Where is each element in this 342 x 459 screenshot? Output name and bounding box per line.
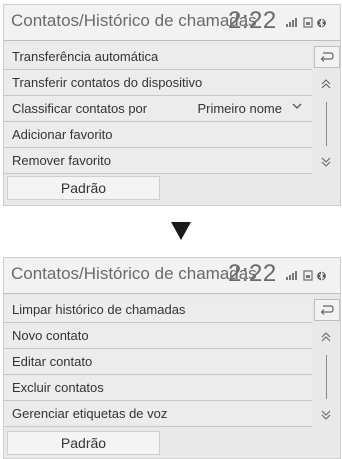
side-controls — [314, 44, 340, 174]
battery-icon — [303, 270, 313, 281]
bluetooth-icon — [317, 18, 326, 28]
list-item-new-contact[interactable]: Novo contato — [4, 323, 312, 349]
list-item-delete-contacts[interactable]: Excluir contatos — [4, 375, 312, 401]
scroll-down-icon[interactable] — [320, 409, 332, 421]
settings-screen-2: Contatos/Histórico de chamadas 2:22 Limp… — [3, 257, 341, 459]
settings-list: Limpar histórico de chamadas Novo contat… — [4, 297, 312, 427]
list-item-manage-voice-tags[interactable]: Gerenciar etiquetas de voz — [4, 401, 312, 427]
settings-list: Transferência automática Transferir cont… — [4, 44, 312, 174]
status-icons — [286, 17, 340, 31]
list-item-label: Gerenciar etiquetas de voz — [12, 406, 168, 421]
scrollbar[interactable] — [326, 102, 327, 146]
settings-screen-1: Contatos/Histórico de chamadas 2:22 Tran… — [3, 4, 341, 206]
screen-header: Contatos/Histórico de chamadas 2:22 — [4, 258, 340, 294]
signal-icon — [286, 271, 297, 280]
list-item-label: Excluir contatos — [12, 380, 104, 395]
list-item-transfer-contacts[interactable]: Transferir contatos do dispositivo — [4, 70, 312, 96]
bluetooth-icon — [317, 271, 326, 281]
scroll-up-icon[interactable] — [320, 78, 332, 90]
list-item-label: Remover favorito — [12, 153, 111, 168]
down-triangle-icon — [171, 222, 191, 240]
clock: 2:22 — [228, 7, 277, 34]
list-item-add-favorite[interactable]: Adicionar favorito — [4, 122, 312, 148]
list-item-label: Classificar contatos por — [12, 101, 148, 116]
battery-icon — [303, 17, 313, 28]
clock: 2:22 — [228, 260, 277, 287]
chevron-down-icon[interactable] — [292, 103, 302, 110]
side-controls — [314, 297, 340, 427]
status-icons — [286, 270, 340, 284]
list-item-clear-call-history[interactable]: Limpar histórico de chamadas — [4, 297, 312, 323]
signal-icon — [286, 18, 297, 27]
default-button[interactable]: Padrão — [7, 176, 160, 200]
list-item-remove-favorite[interactable]: Remover favorito — [4, 148, 312, 174]
scroll-up-icon[interactable] — [320, 331, 332, 343]
screen-title: Contatos/Histórico de chamadas — [11, 11, 257, 30]
back-icon — [320, 305, 334, 315]
list-item-label: Novo contato — [12, 328, 89, 343]
list-item-label: Adicionar favorito — [12, 127, 113, 142]
list-item-sort-contacts[interactable]: Classificar contatos por Primeiro nome — [4, 96, 312, 122]
list-item-label: Transferir contatos do dispositivo — [12, 75, 203, 90]
scrollbar[interactable] — [326, 355, 327, 399]
back-button[interactable] — [314, 46, 340, 68]
list-item-label: Editar contato — [12, 354, 93, 369]
default-button[interactable]: Padrão — [7, 431, 160, 455]
screen-title: Contatos/Histórico de chamadas — [11, 264, 257, 283]
back-button[interactable] — [314, 299, 340, 321]
list-item-label: Limpar histórico de chamadas — [12, 302, 186, 317]
list-item-label: Transferência automática — [12, 49, 159, 64]
sort-order-value: Primeiro nome — [197, 101, 282, 116]
list-item-auto-transfer[interactable]: Transferência automática — [4, 44, 312, 70]
screen-header: Contatos/Histórico de chamadas 2:22 — [4, 5, 340, 41]
list-item-edit-contact[interactable]: Editar contato — [4, 349, 312, 375]
back-icon — [320, 52, 334, 62]
scroll-down-icon[interactable] — [320, 156, 332, 168]
